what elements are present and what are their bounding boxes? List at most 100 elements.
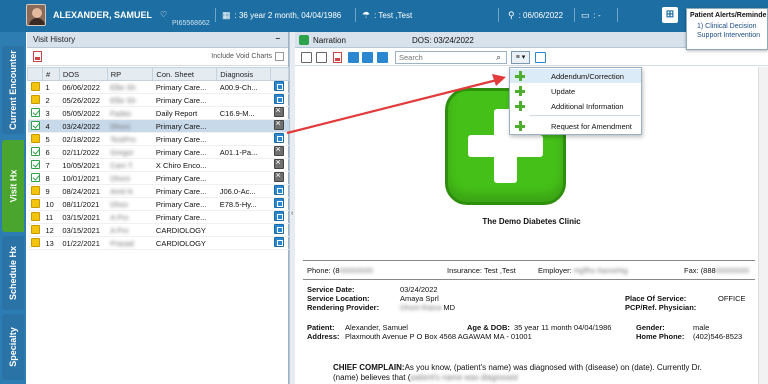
visit-history-title: Visit History xyxy=(33,35,76,44)
plus-icon xyxy=(515,101,525,111)
table-row[interactable]: 1 06/06/2022 Ellie Sh Primary Care... A00.9-… xyxy=(27,80,289,94)
menu-item-additional-information[interactable]: Additional Information xyxy=(510,99,641,113)
dos-cell[interactable]: 10/01/2021 xyxy=(59,171,108,185)
hospital-icon[interactable]: ⊞ xyxy=(662,7,678,23)
table-row[interactable]: 10 08/11/2021 Dhon Primary Care... E78.5-Hy.… xyxy=(27,197,289,211)
patient-name[interactable]: ALEXANDER, SAMUEL xyxy=(53,10,152,20)
dos-cell[interactable]: 05/26/2022 xyxy=(59,93,108,107)
column-header[interactable]: RP xyxy=(106,67,154,81)
column-header[interactable]: Con. Sheet xyxy=(152,67,218,81)
diagnosis-cell: E78.5-Hy... xyxy=(216,197,271,211)
collapse-icon[interactable]: − xyxy=(275,34,280,43)
dos-cell[interactable]: 03/15/2021 xyxy=(59,210,108,224)
menu-item-label: Additional Information xyxy=(551,102,624,111)
table-row[interactable]: 2 05/26/2022 Ellie Sh Primary Care... xyxy=(27,93,289,107)
export-icon[interactable] xyxy=(348,52,359,63)
dos-cell[interactable]: 02/11/2022 xyxy=(59,145,108,159)
locked-chart-icon[interactable] xyxy=(273,159,284,169)
dos-cell[interactable]: 08/24/2021 xyxy=(59,184,108,198)
table-row[interactable]: 7 10/05/2021 Cam T. X Chiro Enco... xyxy=(27,158,289,172)
edit-icon[interactable] xyxy=(273,237,284,247)
age-dob-label: Age & DOB: xyxy=(467,323,510,332)
edit-icon[interactable] xyxy=(273,224,284,234)
locked-chart-icon[interactable] xyxy=(273,146,284,156)
pdf-icon[interactable] xyxy=(333,52,342,63)
dos-cell[interactable]: 03/15/2021 xyxy=(59,223,108,237)
rp-cell: Cam T. xyxy=(107,158,153,172)
table-row[interactable]: 8 10/01/2021 Dhoni Primary Care... xyxy=(27,171,289,185)
table-row[interactable]: 4 03/24/2022 Dhoni Primary Care... xyxy=(27,119,289,133)
action-cell[interactable] xyxy=(270,119,289,133)
fax-icon[interactable] xyxy=(316,52,327,63)
search-icon[interactable]: ⌕ xyxy=(496,52,506,62)
action-cell[interactable] xyxy=(270,80,289,94)
menu-item-update[interactable]: Update xyxy=(510,84,641,98)
dos-cell[interactable]: 02/18/2022 xyxy=(59,132,108,146)
actions-menu-button[interactable]: ≡ ▾ xyxy=(511,51,530,64)
edit-icon[interactable] xyxy=(535,52,546,63)
dos-cell[interactable]: 08/11/2021 xyxy=(59,197,108,211)
column-header[interactable]: Diagnosis xyxy=(216,67,272,81)
action-cell[interactable] xyxy=(270,132,289,146)
edit-icon[interactable] xyxy=(273,81,284,91)
splitter-handle-icon[interactable]: ‹ xyxy=(291,210,293,217)
include-void-checkbox[interactable] xyxy=(275,52,284,61)
con-sheet-cell: Primary Care... xyxy=(152,197,217,211)
edit-icon[interactable] xyxy=(273,94,284,104)
action-cell[interactable] xyxy=(270,184,289,198)
table-row[interactable]: 12 03/15/2021 A Pro CARDIOLOGY xyxy=(27,223,289,237)
dos-cell[interactable]: 01/22/2021 xyxy=(59,236,108,250)
action-cell[interactable] xyxy=(270,145,289,159)
plus-icon xyxy=(515,121,525,131)
menu-item-addendum[interactable]: Addendum/Correction xyxy=(510,69,641,83)
dos-cell[interactable]: 03/24/2022 xyxy=(59,119,108,133)
table-row[interactable]: 5 02/18/2022 TestPro Primary Care... xyxy=(27,132,289,146)
locked-chart-icon[interactable] xyxy=(273,120,284,130)
action-cell[interactable] xyxy=(270,236,289,250)
status-cell xyxy=(27,197,43,211)
share-icon[interactable] xyxy=(377,52,388,63)
tab-visit-hx[interactable]: Visit Hx xyxy=(2,140,24,232)
alert-line[interactable]: 1) Clinical Decision xyxy=(687,22,767,31)
search-input[interactable] xyxy=(395,51,507,64)
locked-chart-icon[interactable] xyxy=(273,172,284,182)
pdf-icon[interactable] xyxy=(33,51,42,62)
menu-item-request-amendment[interactable]: Request for Amendment xyxy=(510,119,641,133)
tab-specialty[interactable]: Specialty xyxy=(2,314,24,380)
patient-alerts-popup[interactable]: Patient Alerts/Reminde 1) Clinical Decis… xyxy=(686,8,768,50)
place-of-service: OFFICE xyxy=(718,294,746,303)
action-cell[interactable] xyxy=(270,223,289,237)
patient-label: Patient: xyxy=(307,323,335,332)
tab-current-encounter[interactable]: Current Encounter xyxy=(2,46,24,134)
document-scrollbar[interactable] xyxy=(758,67,768,384)
table-row[interactable]: 9 08/24/2021 Amit N Primary Care... J06.0-Ac… xyxy=(27,184,289,198)
table-row[interactable]: 11 03/15/2021 A Pro Primary Care... xyxy=(27,210,289,224)
alert-line[interactable]: Support Intervention xyxy=(687,31,767,40)
dos-cell[interactable]: 10/05/2021 xyxy=(59,158,108,172)
column-header[interactable]: # xyxy=(41,67,60,81)
locked-chart-icon[interactable] xyxy=(273,107,284,117)
action-cell[interactable] xyxy=(270,106,289,120)
patient-header-bar: ALEXANDER, SAMUEL ♡ PI65568662 ▦: 36 yea… xyxy=(0,0,768,32)
action-cell[interactable] xyxy=(270,197,289,211)
print-icon[interactable] xyxy=(301,52,312,63)
status-icon xyxy=(30,146,40,156)
column-header[interactable]: DOS xyxy=(58,67,108,81)
action-cell[interactable] xyxy=(270,158,289,172)
edit-icon[interactable] xyxy=(273,133,284,143)
edit-icon[interactable] xyxy=(273,211,284,221)
send-icon[interactable] xyxy=(362,52,373,63)
row-number: 11 xyxy=(42,210,60,224)
action-cell[interactable] xyxy=(270,171,289,185)
action-cell[interactable] xyxy=(270,93,289,107)
tab-schedule-hx[interactable]: Schedule Hx xyxy=(2,236,24,310)
dos-cell[interactable]: 05/05/2022 xyxy=(59,106,108,120)
action-cell[interactable] xyxy=(270,210,289,224)
edit-icon[interactable] xyxy=(273,185,284,195)
dos-cell[interactable]: 06/06/2022 xyxy=(59,80,108,94)
table-row[interactable]: 13 01/22/2021 Prasad CARDIOLOGY xyxy=(27,236,289,250)
table-row[interactable]: 6 02/11/2022 Gregor Primary Care... A01.1-Pa… xyxy=(27,145,289,159)
patient-avatar[interactable] xyxy=(26,4,46,26)
edit-icon[interactable] xyxy=(273,198,284,208)
table-row[interactable]: 3 05/05/2022 Fadas Daily Report C16.9-M... xyxy=(27,106,289,120)
